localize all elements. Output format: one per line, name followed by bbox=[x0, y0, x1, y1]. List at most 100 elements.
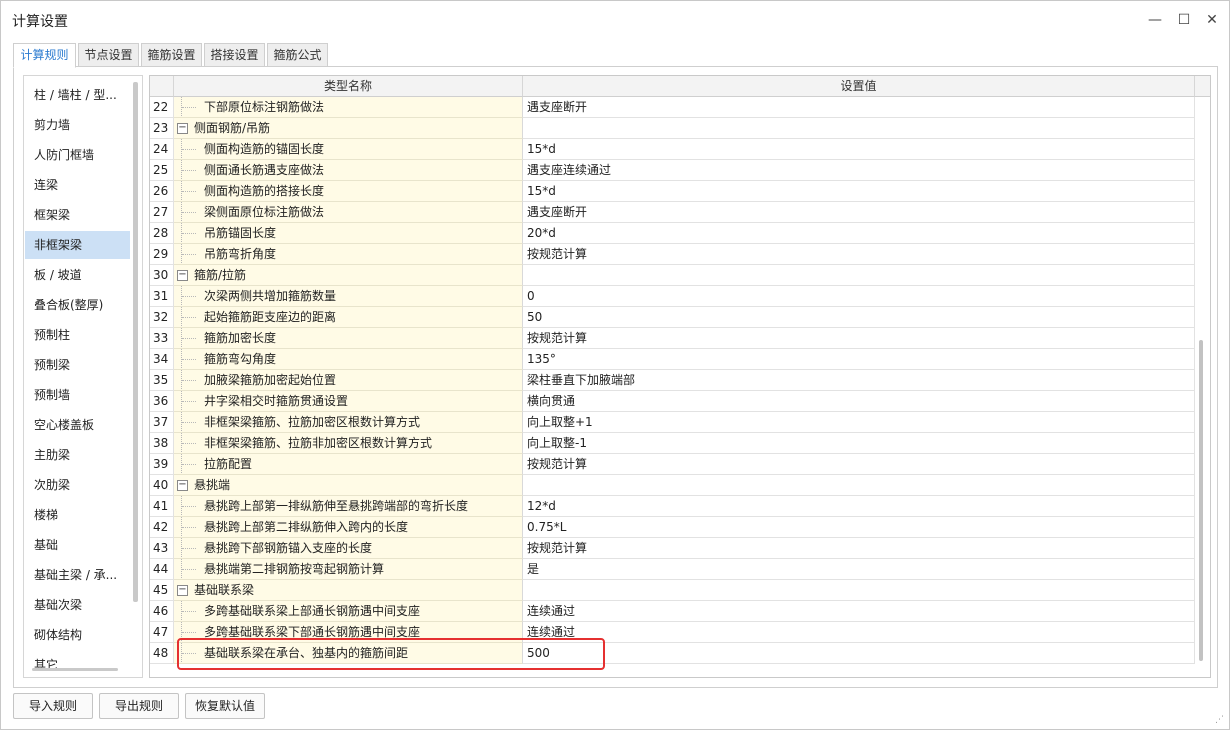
tab-node-settings[interactable]: 节点设置 bbox=[78, 43, 139, 67]
type-name-cell: 下部原位标注钢筋做法 bbox=[174, 97, 523, 118]
setting-value-cell[interactable]: 按规范计算 bbox=[523, 244, 1195, 265]
type-name-cell: 悬挑端第二排钢筋按弯起钢筋计算 bbox=[174, 559, 523, 580]
restore-defaults-button[interactable]: 恢复默认值 bbox=[185, 693, 265, 719]
table-row[interactable]: 36 井字梁相交时箍筋贯通设置 横向贯通 bbox=[150, 391, 1195, 412]
table-row[interactable]: 24 侧面构造筋的锚固长度 15*d bbox=[150, 139, 1195, 160]
table-row[interactable]: 45− 基础联系梁 bbox=[150, 580, 1195, 601]
sidebar-item[interactable]: 主肋梁 bbox=[25, 441, 130, 469]
setting-value-cell[interactable]: 连续通过 bbox=[523, 601, 1195, 622]
setting-label: 梁侧面原位标注筋做法 bbox=[204, 205, 325, 219]
setting-label: 箍筋弯勾角度 bbox=[204, 352, 277, 366]
sidebar-item[interactable]: 非框架梁 bbox=[25, 231, 130, 259]
table-row[interactable]: 34 箍筋弯勾角度 135° bbox=[150, 349, 1195, 370]
sidebar-item[interactable]: 连梁 bbox=[25, 171, 130, 199]
setting-value-cell[interactable]: 15*d bbox=[523, 181, 1195, 202]
setting-value-cell[interactable]: 50 bbox=[523, 307, 1195, 328]
sidebar-item[interactable]: 叠合板(整厚) bbox=[25, 291, 130, 319]
sidebar-item[interactable]: 人防门框墙 bbox=[25, 141, 130, 169]
collapse-icon[interactable]: − bbox=[177, 270, 188, 281]
sidebar-item[interactable]: 基础主梁 / 承... bbox=[25, 561, 130, 589]
type-name-cell: 梁侧面原位标注筋做法 bbox=[174, 202, 523, 223]
collapse-icon[interactable]: − bbox=[177, 480, 188, 491]
tab-stirrup-formula[interactable]: 箍筋公式 bbox=[267, 43, 328, 67]
tree-connector bbox=[182, 317, 196, 318]
tab-calc-rules[interactable]: 计算规则 bbox=[13, 43, 76, 68]
sidebar-item[interactable]: 预制梁 bbox=[25, 351, 130, 379]
tab-stirrup-settings[interactable]: 箍筋设置 bbox=[141, 43, 202, 67]
table-row[interactable]: 37 非框架梁箍筋、拉筋加密区根数计算方式 向上取整+1 bbox=[150, 412, 1195, 433]
type-name-cell: 井字梁相交时箍筋贯通设置 bbox=[174, 391, 523, 412]
table-row[interactable]: 30− 箍筋/拉筋 bbox=[150, 265, 1195, 286]
setting-value-cell[interactable]: 500 bbox=[523, 643, 1195, 664]
sidebar-item[interactable]: 预制墙 bbox=[25, 381, 130, 409]
table-row[interactable]: 35 加腋梁箍筋加密起始位置 梁柱垂直下加腋端部 bbox=[150, 370, 1195, 391]
setting-value-cell[interactable]: 15*d bbox=[523, 139, 1195, 160]
sidebar-scrollbar[interactable] bbox=[133, 82, 138, 602]
type-name-cell: 次梁两侧共增加箍筋数量 bbox=[174, 286, 523, 307]
tab-lap-settings[interactable]: 搭接设置 bbox=[204, 43, 265, 67]
setting-value-cell[interactable]: 0 bbox=[523, 286, 1195, 307]
table-row[interactable]: 44 悬挑端第二排钢筋按弯起钢筋计算 是 bbox=[150, 559, 1195, 580]
table-row[interactable]: 31 次梁两侧共增加箍筋数量 0 bbox=[150, 286, 1195, 307]
minimize-icon[interactable]: — bbox=[1144, 9, 1166, 31]
table-row[interactable]: 28 吊筋锚固长度 20*d bbox=[150, 223, 1195, 244]
export-rules-button[interactable]: 导出规则 bbox=[99, 693, 179, 719]
table-row[interactable]: 32 起始箍筋距支座边的距离 50 bbox=[150, 307, 1195, 328]
sidebar-item[interactable]: 剪力墙 bbox=[25, 111, 130, 139]
setting-value-cell[interactable]: 135° bbox=[523, 349, 1195, 370]
table-row[interactable]: 38 非框架梁箍筋、拉筋非加密区根数计算方式 向上取整-1 bbox=[150, 433, 1195, 454]
setting-value-cell[interactable]: 遇支座断开 bbox=[523, 202, 1195, 223]
setting-value-cell[interactable]: 连续通过 bbox=[523, 622, 1195, 643]
setting-label: 侧面构造筋的锚固长度 bbox=[204, 142, 325, 156]
setting-value-cell[interactable]: 向上取整-1 bbox=[523, 433, 1195, 454]
setting-value-cell[interactable]: 遇支座连续通过 bbox=[523, 160, 1195, 181]
table-row[interactable]: 43 悬挑跨下部钢筋锚入支座的长度 按规范计算 bbox=[150, 538, 1195, 559]
sidebar-item[interactable]: 基础 bbox=[25, 531, 130, 559]
table-row[interactable]: 27 梁侧面原位标注筋做法 遇支座断开 bbox=[150, 202, 1195, 223]
sidebar-item[interactable]: 预制柱 bbox=[25, 321, 130, 349]
resize-grip-icon[interactable]: ⋰ bbox=[1215, 715, 1225, 725]
table-row[interactable]: 33 箍筋加密长度 按规范计算 bbox=[150, 328, 1195, 349]
sidebar-item[interactable]: 其它 bbox=[25, 651, 130, 677]
collapse-icon[interactable]: − bbox=[177, 123, 188, 134]
collapse-icon[interactable]: − bbox=[177, 585, 188, 596]
table-row[interactable]: 41 悬挑跨上部第一排纵筋伸至悬挑跨端部的弯折长度 12*d bbox=[150, 496, 1195, 517]
setting-value-cell[interactable]: 0.75*L bbox=[523, 517, 1195, 538]
table-row[interactable]: 23− 侧面钢筋/吊筋 bbox=[150, 118, 1195, 139]
setting-value-cell[interactable]: 按规范计算 bbox=[523, 538, 1195, 559]
setting-value-cell[interactable]: 遇支座断开 bbox=[523, 97, 1195, 118]
sidebar-item[interactable]: 基础次梁 bbox=[25, 591, 130, 619]
sidebar-horizontal-scrollbar[interactable] bbox=[32, 668, 118, 671]
setting-value-cell[interactable]: 梁柱垂直下加腋端部 bbox=[523, 370, 1195, 391]
sidebar-item[interactable]: 次肋梁 bbox=[25, 471, 130, 499]
sidebar-item[interactable]: 柱 / 墙柱 / 型... bbox=[25, 81, 130, 109]
sidebar-item[interactable]: 楼梯 bbox=[25, 501, 130, 529]
table-row[interactable]: 25 侧面通长筋遇支座做法 遇支座连续通过 bbox=[150, 160, 1195, 181]
setting-value-cell[interactable]: 12*d bbox=[523, 496, 1195, 517]
group-name-cell: − 悬挑端 bbox=[174, 475, 523, 496]
table-row[interactable]: 29 吊筋弯折角度 按规范计算 bbox=[150, 244, 1195, 265]
setting-value-cell[interactable]: 按规范计算 bbox=[523, 328, 1195, 349]
sidebar-item[interactable]: 空心楼盖板 bbox=[25, 411, 130, 439]
sidebar-item[interactable]: 框架梁 bbox=[25, 201, 130, 229]
table-row[interactable]: 46 多跨基础联系梁上部通长钢筋遇中间支座 连续通过 bbox=[150, 601, 1195, 622]
type-name-cell: 悬挑跨下部钢筋锚入支座的长度 bbox=[174, 538, 523, 559]
sidebar-item[interactable]: 板 / 坡道 bbox=[25, 261, 130, 289]
header-setting-value: 设置值 bbox=[523, 76, 1195, 97]
import-rules-button[interactable]: 导入规则 bbox=[13, 693, 93, 719]
close-icon[interactable]: ✕ bbox=[1201, 9, 1223, 31]
table-row[interactable]: 26 侧面构造筋的搭接长度 15*d bbox=[150, 181, 1195, 202]
table-row[interactable]: 22 下部原位标注钢筋做法 遇支座断开 bbox=[150, 97, 1195, 118]
type-name-cell: 加腋梁箍筋加密起始位置 bbox=[174, 370, 523, 391]
table-row[interactable]: 40− 悬挑端 bbox=[150, 475, 1195, 496]
grid-scrollbar-thumb[interactable] bbox=[1199, 340, 1203, 661]
table-row[interactable]: 39 拉筋配置 按规范计算 bbox=[150, 454, 1195, 475]
setting-value-cell[interactable]: 向上取整+1 bbox=[523, 412, 1195, 433]
table-row[interactable]: 42 悬挑跨上部第二排纵筋伸入跨内的长度 0.75*L bbox=[150, 517, 1195, 538]
setting-value-cell[interactable]: 是 bbox=[523, 559, 1195, 580]
setting-value-cell[interactable]: 按规范计算 bbox=[523, 454, 1195, 475]
setting-value-cell[interactable]: 20*d bbox=[523, 223, 1195, 244]
sidebar-item[interactable]: 砌体结构 bbox=[25, 621, 130, 649]
maximize-icon[interactable]: ☐ bbox=[1173, 9, 1195, 31]
setting-value-cell[interactable]: 横向贯通 bbox=[523, 391, 1195, 412]
